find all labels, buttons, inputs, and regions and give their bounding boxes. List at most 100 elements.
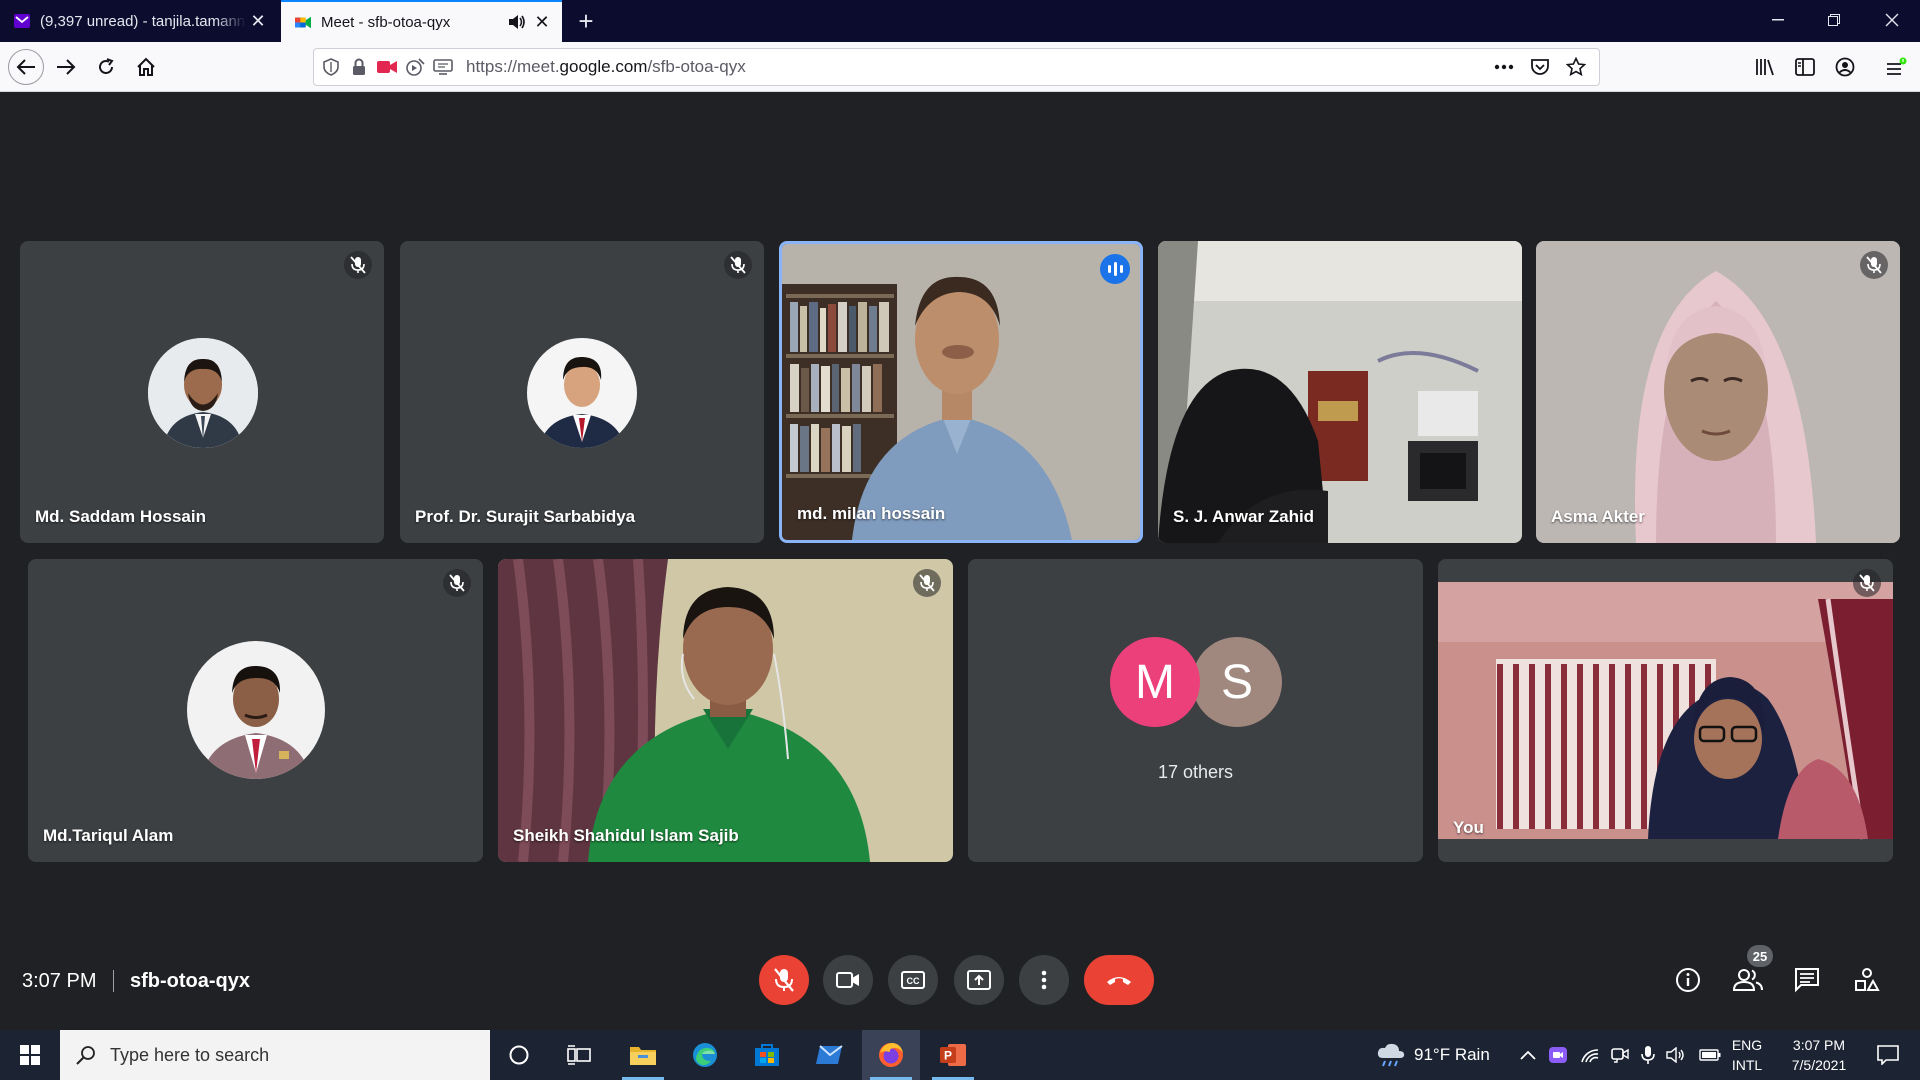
library-icon[interactable] <box>1750 51 1782 83</box>
participant-tile[interactable]: Md.Tariqul Alam <box>28 559 483 862</box>
more-options-button[interactable] <box>1019 955 1069 1005</box>
weather-widget[interactable]: 91°F Rain <box>1376 1030 1490 1080</box>
notifications-icon[interactable] <box>1868 1043 1908 1067</box>
avatar <box>148 338 258 448</box>
battery-icon[interactable] <box>1698 1043 1722 1067</box>
windows-start-icon[interactable] <box>0 1030 60 1080</box>
weather-text: 91°F Rain <box>1414 1045 1490 1064</box>
captions-button[interactable]: CC <box>888 955 938 1005</box>
microphone-in-use-icon[interactable] <box>1636 1043 1660 1067</box>
search-icon <box>76 1045 96 1065</box>
home-icon[interactable] <box>130 51 162 83</box>
taskbar-search-box[interactable]: Type here to search <box>60 1030 490 1080</box>
svg-text:P: P <box>944 1049 952 1063</box>
present-screen-button[interactable] <box>954 955 1004 1005</box>
clock-time: 3:07 PM <box>1792 1037 1846 1053</box>
mic-off-icon <box>1860 251 1888 279</box>
chevron-up-icon[interactable] <box>1516 1043 1540 1067</box>
camera-permission-icon[interactable] <box>376 56 398 78</box>
chat-icon[interactable] <box>1785 958 1829 1002</box>
lock-icon[interactable] <box>348 56 370 78</box>
back-arrow-icon[interactable] <box>8 49 44 85</box>
tab-google-meet[interactable]: Meet - sfb-otoa-qyx ✕ <box>281 0 562 42</box>
participant-tile-active-speaker[interactable]: md. milan hossain <box>779 241 1143 543</box>
url-text[interactable]: https://meet.google.com/sfb-otoa-qyx <box>466 57 1491 77</box>
participant-tile[interactable]: Sheikh Shahidul Islam Sajib <box>498 559 953 862</box>
system-clock[interactable]: 3:07 PM 7/5/2021 <box>1774 1035 1864 1075</box>
restore-window-icon[interactable] <box>1808 0 1860 40</box>
file-explorer-icon[interactable] <box>614 1030 672 1080</box>
google-meet-icon <box>295 14 311 30</box>
participant-count-badge: 25 <box>1747 945 1773 967</box>
others-tile[interactable]: M S 17 others <box>968 559 1423 862</box>
participant-tile[interactable]: Prof. Dr. Surajit Sarbabidya <box>400 241 764 543</box>
video-app-tray-icon[interactable] <box>1546 1043 1570 1067</box>
webcam-in-use-icon[interactable] <box>1608 1043 1632 1067</box>
pocket-icon[interactable] <box>1527 54 1553 80</box>
mic-off-icon <box>724 251 752 279</box>
participant-video <box>782 244 1140 540</box>
speaking-indicator-icon <box>1100 254 1130 284</box>
participant-tile[interactable]: S. J. Anwar Zahid <box>1158 241 1522 543</box>
new-tab-plus-icon[interactable]: + <box>572 6 600 36</box>
tab-yahoo-mail[interactable]: (9,397 unread) - tanjila.tamanna ✕ <box>0 0 278 42</box>
hamburger-menu-icon[interactable] <box>1880 51 1912 83</box>
self-video <box>1438 559 1893 862</box>
avatar <box>527 338 637 448</box>
participant-video <box>498 559 953 862</box>
self-view-tile[interactable]: You <box>1438 559 1893 862</box>
mail-app-icon[interactable] <box>800 1030 858 1080</box>
rain-cloud-icon <box>1376 1042 1406 1068</box>
microsoft-store-icon[interactable] <box>738 1030 796 1080</box>
tracking-shield-icon[interactable] <box>320 56 342 78</box>
others-avatar-m: M <box>1110 637 1200 727</box>
participant-tile[interactable]: Asma Akter <box>1536 241 1900 543</box>
avatar <box>187 641 325 779</box>
others-avatar-s: S <box>1192 637 1282 727</box>
url-path: /sfb-otoa-qyx <box>647 57 746 76</box>
input-language-indicator[interactable]: ENG INTL <box>1722 1035 1772 1075</box>
close-tab-icon[interactable]: ✕ <box>530 10 554 34</box>
address-bar[interactable]: https://meet.google.com/sfb-otoa-qyx <box>313 48 1600 86</box>
autoplay-permission-icon[interactable] <box>404 56 426 78</box>
search-placeholder: Type here to search <box>110 1044 270 1065</box>
mic-off-icon <box>344 251 372 279</box>
participant-name: Asma Akter <box>1551 507 1645 526</box>
activities-icon[interactable] <box>1845 958 1889 1002</box>
speaker-icon[interactable] <box>506 11 528 33</box>
minimize-window-icon[interactable] <box>1752 0 1804 40</box>
close-tab-icon[interactable]: ✕ <box>246 9 270 33</box>
account-icon[interactable] <box>1829 51 1861 83</box>
participant-video <box>1536 241 1900 543</box>
close-window-icon[interactable] <box>1866 0 1918 40</box>
forward-arrow-icon[interactable] <box>50 51 82 83</box>
sidebar-toggle-icon[interactable] <box>1789 51 1821 83</box>
meeting-code: sfb-otoa-qyx <box>130 970 250 992</box>
edge-browser-icon[interactable] <box>676 1030 734 1080</box>
clock-date: 7/5/2021 <box>1791 1057 1847 1073</box>
reload-icon[interactable] <box>90 51 122 83</box>
leave-call-button[interactable] <box>1084 955 1154 1005</box>
meeting-controls-bar: 3:07 PM sfb-otoa-qyx CC 25 <box>0 940 1920 1030</box>
page-actions-ellipsis-icon[interactable] <box>1491 54 1517 80</box>
browser-tab-strip: (9,397 unread) - tanjila.tamanna ✕ Meet … <box>0 0 1920 42</box>
participant-name: md. milan hossain <box>797 504 946 523</box>
url-prefix: https://meet. <box>466 57 560 76</box>
powerpoint-icon[interactable]: P <box>924 1030 982 1080</box>
screen-share-permission-icon[interactable] <box>432 56 454 78</box>
microphone-toggle-button[interactable] <box>759 955 809 1005</box>
cortana-icon[interactable] <box>490 1030 548 1080</box>
wifi-icon[interactable] <box>1578 1043 1602 1067</box>
participant-name: Sheikh Shahidul Islam Sajib <box>513 826 739 845</box>
task-view-icon[interactable] <box>550 1030 608 1080</box>
volume-icon[interactable] <box>1664 1043 1688 1067</box>
firefox-icon[interactable] <box>862 1030 920 1080</box>
keyboard-layout: INTL <box>1731 1057 1763 1073</box>
mic-off-icon <box>443 569 471 597</box>
camera-toggle-button[interactable] <box>823 955 873 1005</box>
meeting-details-info-icon[interactable] <box>1666 958 1710 1002</box>
participant-tile[interactable]: Md. Saddam Hossain <box>20 241 384 543</box>
bookmark-star-icon[interactable] <box>1563 54 1589 80</box>
mic-off-icon <box>1853 569 1881 597</box>
participant-video <box>1158 241 1522 543</box>
